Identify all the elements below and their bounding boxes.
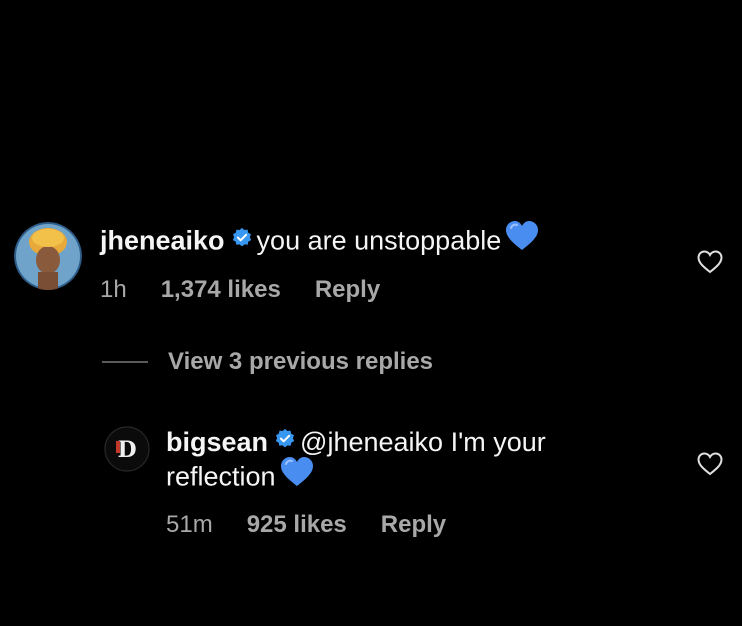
username[interactable]: bigsean	[166, 427, 268, 457]
view-replies-label: View 3 previous replies	[168, 348, 434, 375]
mention-link[interactable]: @jheneaiko	[300, 427, 443, 457]
verified-badge-icon	[231, 222, 253, 258]
comment-line: jheneaiko you are unstoppable	[100, 220, 539, 263]
replies-divider	[102, 361, 148, 363]
avatar-jheneaiko[interactable]	[14, 222, 82, 290]
like-heart-icon[interactable]	[697, 452, 723, 481]
avatar-image: D	[104, 426, 150, 472]
comment-text: you are unstoppable	[256, 225, 502, 256]
reply-text-part1: I'm your	[450, 427, 546, 457]
comment-meta: 1h 1,374 likes Reply	[100, 276, 414, 304]
reply-line-1: bigsean @jheneaiko I'm your	[166, 424, 546, 462]
reply-line-2: reflection	[166, 456, 314, 499]
avatar-image	[14, 222, 82, 290]
blue-heart-icon	[280, 456, 314, 497]
blue-heart-icon	[505, 220, 539, 261]
comment-time: 1h	[100, 276, 127, 303]
reply-time: 51m	[166, 511, 213, 538]
svg-text:D: D	[117, 437, 136, 463]
reply-button[interactable]: Reply	[315, 276, 380, 303]
likes-count[interactable]: 925 likes	[247, 511, 347, 538]
view-previous-replies-button[interactable]: View 3 previous replies	[102, 348, 433, 376]
reply-text-part2: reflection	[166, 461, 276, 492]
verified-badge-icon	[274, 423, 296, 459]
reply-meta: 51m 925 likes Reply	[166, 511, 480, 539]
avatar-bigsean[interactable]: D	[104, 426, 150, 472]
username[interactable]: jheneaiko	[100, 226, 225, 256]
reply-button[interactable]: Reply	[381, 511, 446, 538]
likes-count[interactable]: 1,374 likes	[161, 276, 281, 303]
like-heart-icon[interactable]	[697, 250, 723, 279]
